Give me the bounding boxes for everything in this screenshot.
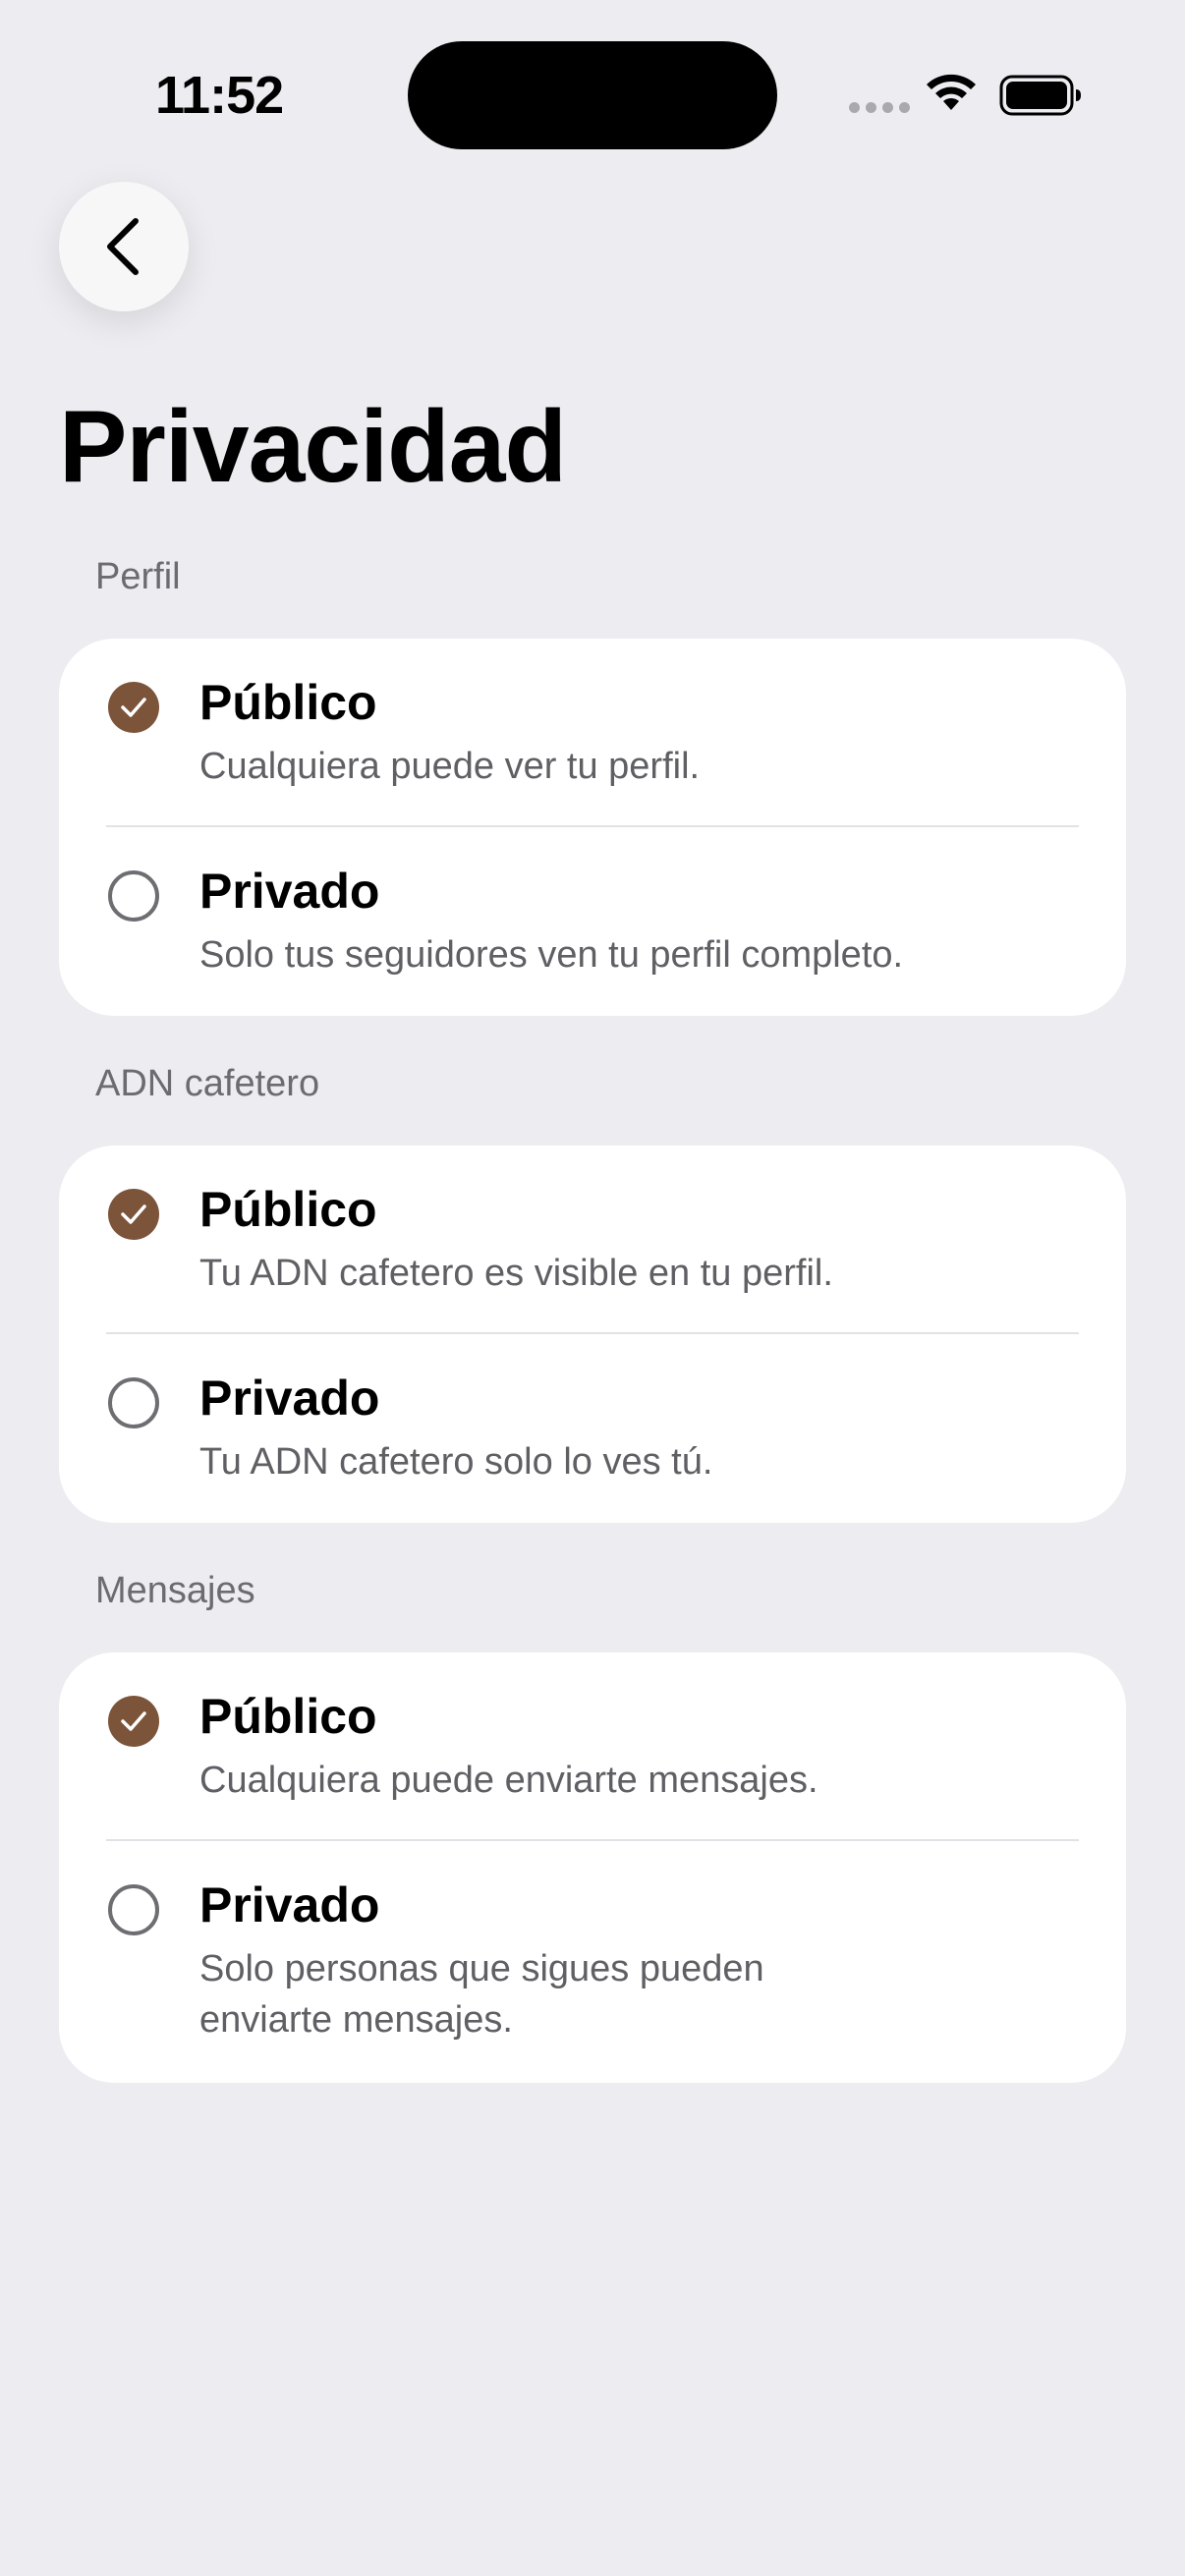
mensajes-card: Público Cualquiera puede enviarte mensaj… — [59, 1652, 1126, 2083]
adn-cafetero-card: Público Tu ADN cafetero es visible en tu… — [59, 1146, 1126, 1523]
section-header-adn-cafetero: ADN cafetero — [95, 1063, 320, 1104]
section-header-perfil: Perfil — [95, 556, 181, 597]
chevron-left-icon — [107, 218, 139, 275]
radio-unselected-icon[interactable] — [108, 870, 159, 922]
cellular-dots-icon — [849, 102, 910, 113]
option-mensajes-publico[interactable]: Público Cualquiera puede enviarte mensaj… — [59, 1652, 1126, 1840]
option-description: Solo tus seguidores ven tu perfil comple… — [199, 934, 904, 976]
option-title: Privado — [199, 864, 380, 919]
dynamic-island — [408, 41, 777, 149]
option-description: Cualquiera puede enviarte mensajes. — [199, 1760, 818, 1801]
option-description: Solo personas que sigues pueden enviarte… — [199, 1948, 764, 2041]
option-adn-publico[interactable]: Público Tu ADN cafetero es visible en tu… — [59, 1146, 1126, 1333]
option-perfil-publico[interactable]: Público Cualquiera puede ver tu perfil. — [59, 639, 1126, 826]
option-title: Público — [199, 675, 377, 730]
status-time: 11:52 — [155, 66, 284, 125]
radio-selected-icon[interactable] — [108, 682, 159, 733]
radio-unselected-icon[interactable] — [108, 1377, 159, 1428]
option-description: Tu ADN cafetero solo lo ves tú. — [199, 1441, 713, 1483]
option-description: Tu ADN cafetero es visible en tu perfil. — [199, 1253, 833, 1294]
radio-selected-icon[interactable] — [108, 1696, 159, 1747]
radio-unselected-icon[interactable] — [108, 1884, 159, 1935]
option-title: Público — [199, 1689, 377, 1744]
option-description: Cualquiera puede ver tu perfil. — [199, 746, 701, 787]
privacy-screen: 11:52 Privacidad Perfil Público Cualquie… — [0, 0, 1185, 2576]
wifi-icon — [927, 74, 976, 110]
option-title: Público — [199, 1182, 377, 1237]
battery-icon — [999, 75, 1081, 116]
page-title: Privacidad — [59, 390, 567, 504]
back-button[interactable] — [59, 182, 189, 311]
section-header-mensajes: Mensajes — [95, 1570, 255, 1611]
option-title: Privado — [199, 1877, 380, 1932]
option-mensajes-privado[interactable]: Privado Solo personas que sigues pueden … — [59, 1841, 1126, 2083]
option-title: Privado — [199, 1371, 380, 1426]
option-perfil-privado[interactable]: Privado Solo tus seguidores ven tu perfi… — [59, 827, 1126, 1016]
option-adn-privado[interactable]: Privado Tu ADN cafetero solo lo ves tú. — [59, 1334, 1126, 1523]
radio-selected-icon[interactable] — [108, 1189, 159, 1240]
perfil-card: Público Cualquiera puede ver tu perfil. … — [59, 639, 1126, 1016]
